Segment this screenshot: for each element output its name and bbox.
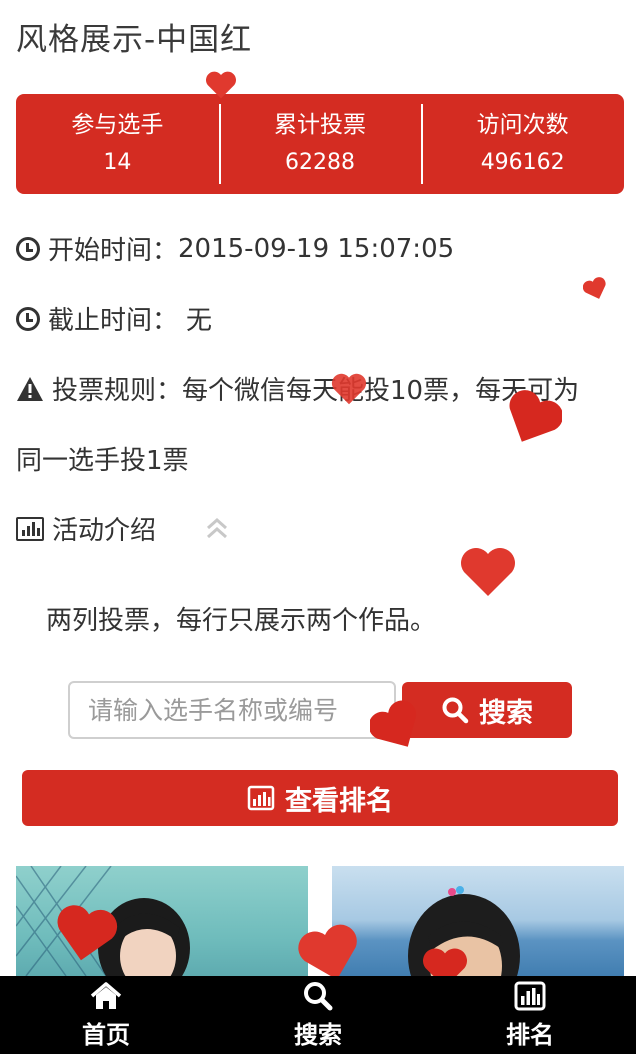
vote-rules-text: 每个微信每天能投10票，每天可为 <box>182 376 580 406</box>
end-time-label: 截止时间： <box>48 306 179 336</box>
floating-heart-decoration <box>461 548 515 596</box>
nav-item-ranking[interactable]: 排名 <box>424 976 636 1054</box>
end-time-value: 无 <box>186 306 213 336</box>
view-ranking-button[interactable]: 查看排名 <box>22 770 618 826</box>
warning-icon <box>17 376 43 401</box>
nav-label: 首页 <box>82 1020 130 1049</box>
bar-chart-icon <box>247 785 275 811</box>
search-button-label: 搜索 <box>479 697 533 729</box>
search-button[interactable]: 搜索 <box>402 682 572 738</box>
bar-chart-icon <box>514 981 546 1010</box>
stat-value: 14 <box>103 150 132 175</box>
clock-icon <box>16 236 40 261</box>
contestant-photo-image <box>408 886 520 986</box>
chevron-double-up-icon[interactable] <box>204 516 230 542</box>
home-icon <box>90 981 122 1009</box>
stat-value: 496162 <box>480 150 565 175</box>
stats-panel: 参与选手 14 累计投票 62288 访问次数 496162 <box>16 94 624 194</box>
stat-label: 参与选手 <box>71 112 164 138</box>
search-input[interactable] <box>68 681 396 739</box>
contestant-photo[interactable] <box>16 866 308 986</box>
stat-label: 累计投票 <box>274 112 366 138</box>
nav-label: 排名 <box>506 1020 554 1049</box>
stat-contestants: 参与选手 14 <box>16 94 219 194</box>
contestant-photo-image <box>16 866 190 986</box>
activity-intro-text: 两列投票，每行只展示两个作品。 <box>46 606 437 636</box>
nav-item-home[interactable]: 首页 <box>0 976 212 1054</box>
vote-rules-text-continued: 同一选手投1票 <box>16 446 189 476</box>
stat-value: 62288 <box>285 150 355 175</box>
start-time-row: 开始时间： 2015-09-19 15:07:05 <box>16 230 454 267</box>
bar-chart-icon <box>16 516 44 541</box>
page-title: 风格展示-中国红 <box>16 22 253 58</box>
end-time-row: 截止时间： 无 <box>16 300 212 337</box>
bottom-nav: 首页 搜索 排名 <box>0 976 636 1054</box>
contestant-photo[interactable] <box>332 866 624 986</box>
stat-total-votes: 累计投票 62288 <box>218 94 422 194</box>
vote-rules-label: 投票规则： <box>52 376 183 406</box>
search-icon <box>304 981 333 1010</box>
search-icon <box>442 697 469 724</box>
activity-intro-label: 活动介绍 <box>52 516 157 546</box>
view-ranking-label: 查看排名 <box>285 785 393 817</box>
nav-item-search[interactable]: 搜索 <box>212 976 424 1054</box>
stat-label: 访问次数 <box>476 112 569 138</box>
clock-icon <box>16 306 40 331</box>
start-time-value: 2015-09-19 15:07:05 <box>178 233 455 264</box>
start-time-label: 开始时间： <box>48 236 179 266</box>
vote-rules-row: 投票规则： 每个微信每天能投10票，每天可为 <box>16 370 579 407</box>
floating-heart-decoration <box>583 277 606 299</box>
stat-visits: 访问次数 496162 <box>421 94 624 194</box>
activity-intro-row[interactable]: 活动介绍 <box>16 510 156 547</box>
nav-label: 搜索 <box>294 1020 342 1049</box>
